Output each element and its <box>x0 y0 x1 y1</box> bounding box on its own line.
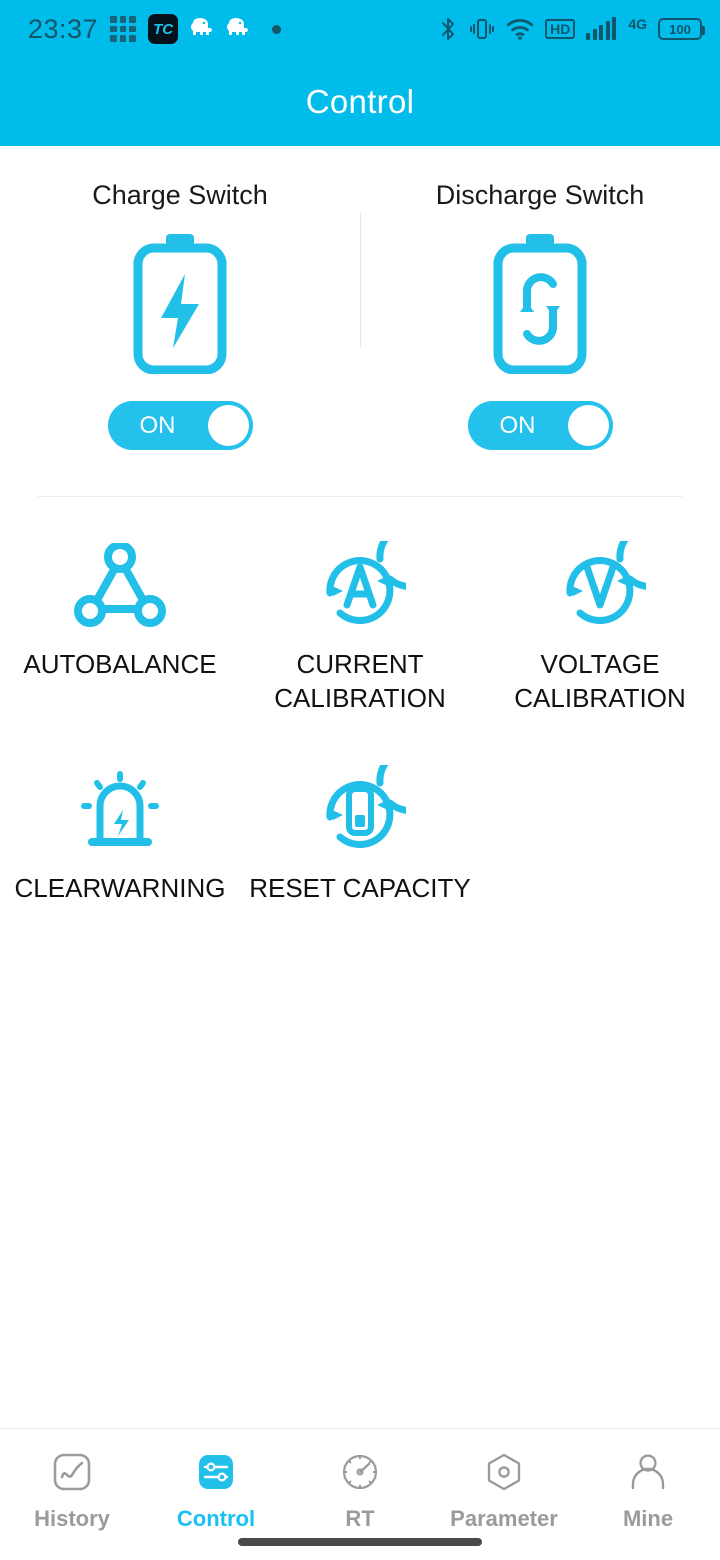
hd-icon: HD <box>545 19 576 39</box>
triangle-nodes-icon <box>74 541 166 631</box>
network-type-label: 4G <box>628 16 647 32</box>
nav-label: Control <box>176 1506 256 1531</box>
switch-section: Charge Switch ON Discharge Switch ON <box>0 146 720 450</box>
discharge-switch-title: Discharge Switch <box>435 180 645 210</box>
charge-switch-knob[interactable] <box>207 405 249 446</box>
action-label-line1: VOLTAGE <box>540 649 660 679</box>
elephant-icon <box>226 17 250 41</box>
charge-switch-toggle[interactable]: ON <box>107 401 253 450</box>
action-label-line1: CURRENT <box>296 649 424 679</box>
status-bar: 23:37 TC HD 4G 100 <box>0 0 720 58</box>
charge-switch-state-label: ON <box>139 411 176 439</box>
discharge-switch-knob[interactable] <box>567 405 609 446</box>
battery-refresh-icon <box>314 765 406 855</box>
discharge-switch-toggle[interactable]: ON <box>467 401 613 450</box>
nav-label: History <box>34 1506 110 1531</box>
nav-label: Mine <box>622 1506 674 1531</box>
vertical-divider <box>360 212 361 347</box>
person-icon <box>626 1449 670 1495</box>
nav-item-control[interactable]: Control <box>144 1449 288 1532</box>
action-label: CLEARWARNING <box>14 873 226 903</box>
status-bar-left: 23:37 TC <box>28 13 282 45</box>
action-label: AUTOBALANCE <box>23 649 217 679</box>
hex-nut-icon <box>482 1449 526 1495</box>
charge-switch-group: Charge Switch ON <box>0 180 360 450</box>
nav-item-mine[interactable]: Mine <box>576 1449 720 1532</box>
nav-label: RT <box>345 1506 375 1531</box>
action-current-calibration[interactable]: CURRENT CALIBRATION <box>240 541 480 715</box>
action-label: RESET CAPACITY <box>249 873 471 903</box>
nav-item-parameter[interactable]: Parameter <box>432 1449 576 1532</box>
alarm-bolt-icon <box>70 765 170 855</box>
action-voltage-calibration[interactable]: VOLTAGE CALIBRATION <box>480 541 720 715</box>
ampere-refresh-icon <box>314 541 406 631</box>
action-autobalance[interactable]: AUTOBALANCE <box>0 541 240 715</box>
discharge-switch-state-label: ON <box>499 411 536 439</box>
bottom-navigation: History Control RT Parameter Mine <box>0 1428 720 1560</box>
action-label: CURRENT CALIBRATION <box>274 647 445 715</box>
action-reset-capacity[interactable]: RESET CAPACITY <box>240 765 480 905</box>
action-grid: AUTOBALANCE CURRENT CALIBRATION VOLTAGE … <box>0 497 720 905</box>
gauge-icon <box>338 1449 382 1495</box>
vibrate-icon <box>469 17 495 41</box>
page-title: Control <box>305 83 415 120</box>
nav-label: Parameter <box>450 1506 558 1531</box>
dot-icon <box>272 24 282 34</box>
discharge-switch-group: Discharge Switch ON <box>360 180 720 450</box>
action-label-line2: CALIBRATION <box>274 683 446 713</box>
home-indicator <box>238 1538 482 1546</box>
tc-app-icon: TC <box>148 14 179 44</box>
app-bar: Control <box>0 58 720 146</box>
battery-discharge-cycle-icon <box>488 233 592 374</box>
tc-app-icon-label: TC <box>153 20 174 38</box>
chart-square-icon <box>50 1449 94 1495</box>
wifi-icon <box>506 18 534 40</box>
action-label: VOLTAGE CALIBRATION <box>514 647 685 715</box>
action-label-line2: CALIBRATION <box>514 683 686 713</box>
action-row: AUTOBALANCE CURRENT CALIBRATION VOLTAGE … <box>0 541 720 715</box>
action-row: CLEARWARNING RESET CAPACITY <box>0 765 720 905</box>
nav-item-rt[interactable]: RT <box>288 1449 432 1532</box>
charge-switch-title: Charge Switch <box>92 180 268 210</box>
grid-icon <box>110 16 137 42</box>
nav-item-history[interactable]: History <box>0 1449 144 1532</box>
elephant-icon <box>190 17 214 41</box>
bluetooth-icon <box>438 16 458 42</box>
volt-refresh-icon <box>554 541 646 631</box>
status-bar-clock: 23:37 <box>28 13 99 44</box>
battery-icon: 100 <box>658 18 705 40</box>
signal-icon <box>586 17 617 40</box>
battery-charging-icon <box>128 233 232 374</box>
action-clearwarning[interactable]: CLEARWARNING <box>0 765 240 905</box>
sliders-square-icon <box>194 1449 238 1495</box>
status-bar-right: HD 4G 100 <box>438 16 705 42</box>
